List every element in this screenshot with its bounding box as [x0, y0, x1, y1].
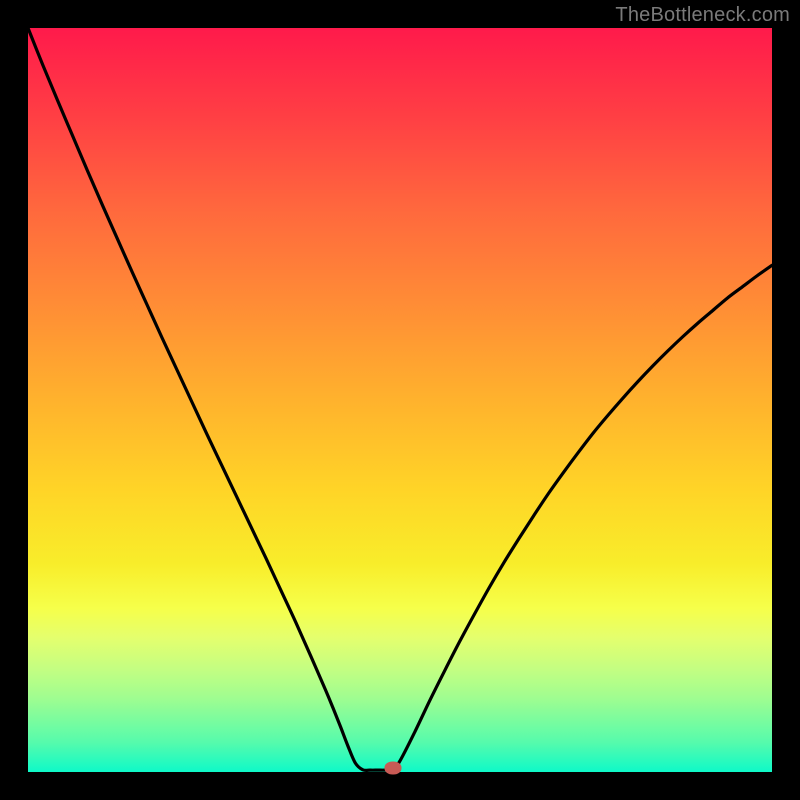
bottleneck-curve — [28, 28, 772, 772]
plot-area — [28, 28, 772, 772]
chart-frame: TheBottleneck.com — [0, 0, 800, 800]
minimum-marker — [384, 762, 401, 775]
watermark-text: TheBottleneck.com — [615, 4, 790, 27]
